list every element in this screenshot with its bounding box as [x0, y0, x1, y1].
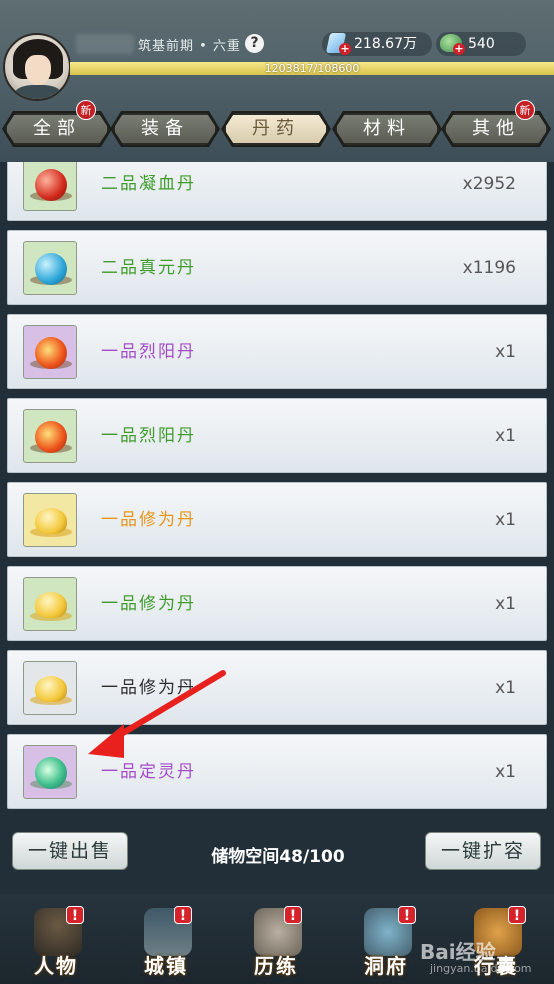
item-count: x2952 — [462, 174, 516, 194]
gold-ingot-pill-icon — [23, 661, 77, 715]
jade-counter[interactable]: + 540 — [436, 32, 526, 56]
jade-value: 540 — [468, 36, 495, 52]
blue-pill-icon — [23, 241, 77, 295]
watermark-logo: Bai经验 — [420, 940, 496, 964]
gold-ingot-pill-icon — [23, 577, 77, 631]
spirit-stone-counter[interactable]: + 218.67万 — [322, 32, 432, 56]
player-name-blurred — [76, 34, 134, 54]
list-item[interactable]: 二品真元丹 x1196 — [7, 230, 547, 305]
nav-cave-alert: ! — [398, 906, 416, 924]
item-name: 一品烈阳丹 — [101, 342, 196, 362]
expand-storage-button[interactable]: 一键扩容 — [425, 832, 541, 870]
item-count: x1 — [495, 594, 516, 614]
tab-equipment[interactable]: 装备 — [113, 113, 217, 145]
item-name: 一品修为丹 — [101, 510, 196, 530]
flame-pill-icon — [23, 325, 77, 379]
nav-character[interactable]: ! 人物 — [6, 894, 106, 984]
item-count: x1 — [495, 426, 516, 446]
green-spirit-pill-icon — [23, 745, 77, 799]
nav-bag-alert: ! — [508, 906, 526, 924]
nav-training[interactable]: ! 历练 — [226, 894, 326, 984]
item-name: 二品真元丹 — [101, 258, 196, 278]
nav-character-label: 人物 — [34, 954, 78, 978]
item-name: 一品定灵丹 — [101, 762, 196, 782]
item-name: 一品修为丹 — [101, 678, 196, 698]
cultivation-progress-bar: 1203817/108600 — [70, 62, 554, 75]
list-item[interactable]: 一品修为丹 x1 — [7, 482, 547, 557]
flame-pill-icon — [23, 409, 77, 463]
gold-ingot-pill-icon — [23, 493, 77, 547]
nav-character-alert: ! — [66, 906, 84, 924]
list-item[interactable]: 一品烈阳丹 x1 — [7, 314, 547, 389]
player-avatar[interactable] — [3, 33, 71, 101]
help-icon[interactable]: ? — [245, 34, 264, 53]
tab-materials[interactable]: 材料 — [335, 113, 439, 145]
list-item[interactable]: 一品定灵丹 x1 — [7, 734, 547, 809]
spirit-stone-value: 218.67万 — [354, 36, 417, 52]
top-header: 筑基前期 • 六重 ? + 218.67万 + 540 1203817/1086… — [0, 0, 554, 162]
item-count: x1196 — [462, 258, 516, 278]
list-item[interactable]: 一品修为丹 x1 — [7, 650, 547, 725]
quick-sell-button[interactable]: 一键出售 — [12, 832, 128, 870]
list-item[interactable]: 二品凝血丹 x2952 — [7, 162, 547, 221]
add-jade-icon[interactable]: + — [453, 43, 465, 55]
avatar-face — [25, 55, 51, 85]
nav-town-alert: ! — [174, 906, 192, 924]
inventory-action-bar: 一键出售 储物空间48/100 一键扩容 — [0, 818, 554, 894]
nav-training-alert: ! — [284, 906, 302, 924]
list-item[interactable]: 一品烈阳丹 x1 — [7, 398, 547, 473]
realm-label: 筑基前期 • 六重 — [138, 39, 241, 54]
list-item[interactable]: 一品修为丹 x1 — [7, 566, 547, 641]
item-count: x1 — [495, 510, 516, 530]
item-name: 一品烈阳丹 — [101, 426, 196, 446]
item-name: 一品修为丹 — [101, 594, 196, 614]
item-list[interactable]: 二品凝血丹 x2952 二品真元丹 x1196 一品烈阳丹 x1 一品烈阳丹 x… — [0, 162, 554, 818]
item-name: 二品凝血丹 — [101, 174, 196, 194]
item-count: x1 — [495, 762, 516, 782]
add-spirit-stone-icon[interactable]: + — [339, 43, 351, 55]
tab-all-new-badge: 新 — [76, 100, 96, 120]
watermark-url: jingyan.baidu.com — [430, 962, 532, 975]
nav-training-label: 历练 — [254, 954, 298, 978]
nav-town-label: 城镇 — [144, 954, 188, 978]
nav-town[interactable]: ! 城镇 — [116, 894, 216, 984]
tab-pills[interactable]: 丹药 — [224, 113, 328, 145]
cultivation-progress-text: 1203817/108600 — [264, 62, 360, 75]
item-count: x1 — [495, 342, 516, 362]
red-pill-icon — [23, 162, 77, 211]
storage-capacity: 储物空间48/100 — [211, 847, 345, 867]
tab-other[interactable]: 其他 — [444, 113, 548, 145]
tab-other-new-badge: 新 — [515, 100, 535, 120]
item-count: x1 — [495, 678, 516, 698]
avatar-robe — [15, 85, 61, 99]
tab-all[interactable]: 全部 — [5, 113, 109, 145]
